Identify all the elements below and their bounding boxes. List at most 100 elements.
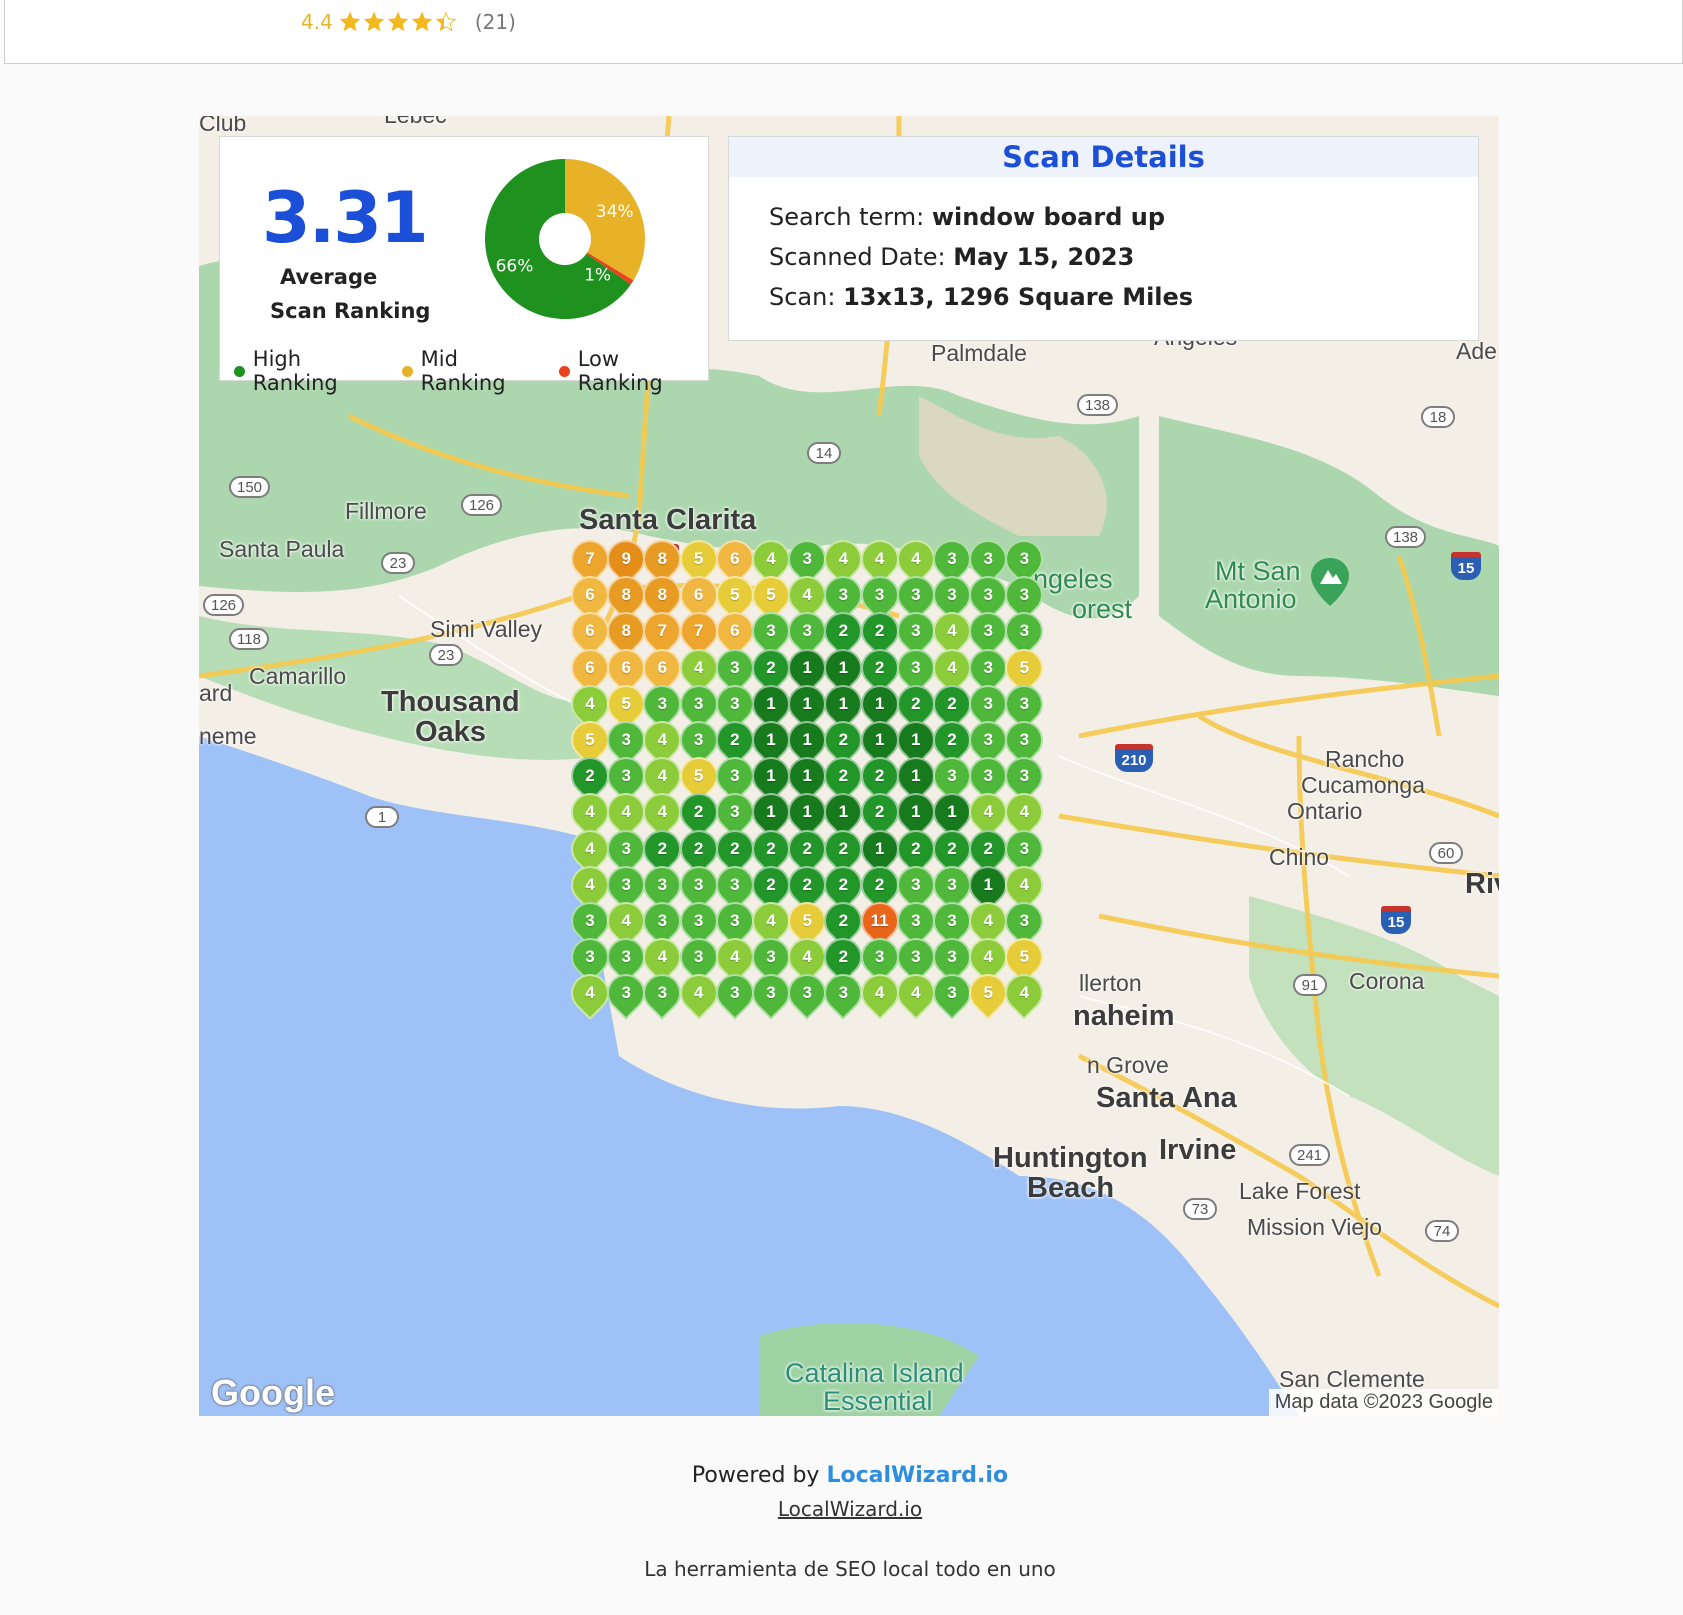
rank-pin-value: 9 [621,549,631,568]
rank-pin[interactable]: 3 [816,966,871,1021]
legend-mid: Mid Ranking [401,347,547,395]
rank-pin-value: 1 [983,874,993,894]
search-term-row: Search term: window board up [769,203,1165,231]
rank-pin-value: 8 [621,621,631,641]
rank-pin[interactable]: 4 [852,966,907,1021]
powered-by: Powered by LocalWizard.io [0,1463,1683,1488]
rank-pin-value: 3 [621,730,631,749]
rating-count[interactable]: (21) [475,10,516,34]
rank-pin-value: 2 [874,874,885,894]
rank-pin-value: 3 [911,911,921,930]
rank-pin-value: 3 [730,911,740,930]
rank-pin-value: 4 [621,911,631,930]
scanned-date-value: May 15, 2023 [953,243,1135,271]
rank-pin[interactable]: 3 [780,966,835,1021]
rank-pin-value: 2 [585,766,595,786]
rank-pin[interactable]: 3 [707,966,762,1021]
rank-pin-value: 3 [802,549,812,568]
rank-pin-value: 3 [730,802,740,822]
rank-pin-value: 3 [730,766,740,786]
rank-pin-value: 4 [1019,983,1030,1003]
rank-pin-value: 6 [585,657,595,677]
rank-pin-value: 3 [657,693,668,713]
rank-pin[interactable]: 5 [961,966,1016,1021]
rank-pin-value: 4 [585,693,595,713]
scan-details-header: Scan Details [729,137,1478,177]
rank-pin-value: 2 [657,838,668,858]
rank-pin-value: 3 [947,911,957,930]
rank-pin-value: 5 [1019,657,1030,677]
map-attribution[interactable]: Map data ©2023 Google [1268,1389,1499,1416]
rank-pin-value: 2 [766,838,776,858]
rank-pin-value: 1 [911,730,921,749]
rank-pin-value: 8 [657,585,668,605]
rank-pin[interactable]: 3 [635,966,690,1021]
rank-pin-value: 2 [947,730,957,749]
rank-pin-value: 3 [838,585,849,605]
rank-pin[interactable]: 3 [744,966,798,1021]
rank-pin-value: 5 [585,730,595,749]
rank-pin-value: 4 [947,621,957,641]
rank-pin-value: 5 [766,585,776,605]
scanned-date-label: Scanned Date: [769,243,946,271]
rank-pin-value: 3 [621,766,631,786]
rank-pin-value: 4 [693,983,704,1003]
rank-pin-value: 2 [730,838,740,858]
rank-pin-value: 2 [838,838,849,858]
rank-pin[interactable]: 3 [925,966,979,1021]
rank-pin-value: 3 [947,983,957,1003]
rank-pin-value: 2 [730,730,740,749]
rank-pin[interactable]: 4 [888,966,943,1021]
rank-pin-value: 6 [693,585,704,605]
rank-pin-value: 4 [802,585,812,605]
rank-pin-value: 2 [802,838,812,858]
rank-pin-value: 5 [693,549,704,568]
rank-pin-value: 1 [802,730,812,749]
scan-size-row: Scan: 13x13, 1296 Square Miles [769,283,1193,311]
legend-high: High Ranking [234,347,390,395]
rank-pin-value: 3 [621,838,631,858]
rank-pin[interactable]: 4 [563,966,617,1021]
rank-pin-value: 2 [947,693,957,713]
rank-pin-value: 3 [983,730,993,749]
rank-pin-value: 4 [766,549,776,568]
rank-pin-value: 4 [585,802,595,822]
rank-pin-value: 3 [1019,911,1030,930]
rank-pin-value: 3 [802,983,812,1003]
site-link[interactable]: LocalWizard.io [778,1497,922,1521]
rank-pin[interactable]: 3 [599,966,654,1021]
donut-slice-label: 1% [584,265,611,285]
rank-pin-value: 4 [693,657,704,677]
rank-pin-value: 3 [1019,838,1030,858]
rating: 4.4 (21) [301,10,516,34]
rank-pin-value: 1 [838,802,849,822]
powered-by-link[interactable]: LocalWizard.io [826,1463,1008,1488]
search-term-label: Search term: [769,203,925,231]
rank-pin-value: 3 [947,766,957,786]
rank-pin-value: 4 [730,947,740,967]
rank-pin-value: 4 [585,838,595,858]
rank-pin-value: 1 [874,838,885,858]
rank-pin-value: 3 [693,730,704,749]
rank-pin-value: 3 [657,874,668,894]
rank-pin-value: 1 [766,766,776,786]
rank-pin-value: 1 [766,693,776,713]
rank-pin-value: 2 [874,802,885,822]
rank-pin-value: 3 [911,657,921,677]
ranking-legend: High Ranking Mid Ranking Low Ranking [234,347,708,395]
rank-pin[interactable]: 4 [671,966,726,1021]
rank-pin-value: 2 [838,911,849,930]
rank-pin-value: 6 [585,621,595,641]
rank-pin-value: 1 [802,802,812,822]
rank-pin-value: 4 [657,802,668,822]
rank-pin-value: 4 [657,947,668,967]
scan-size-label: Scan: [769,283,836,311]
rank-pin-value: 3 [983,585,993,605]
rank-pin-value: 3 [1019,621,1030,641]
search-term-value: window board up [931,203,1165,231]
rank-pin-value: 3 [621,947,631,967]
rank-pin-value: 6 [621,657,631,677]
rank-pin-value: 6 [585,585,595,605]
rank-pin-value: 3 [947,874,957,894]
rank-pin[interactable]: 4 [997,966,1052,1021]
